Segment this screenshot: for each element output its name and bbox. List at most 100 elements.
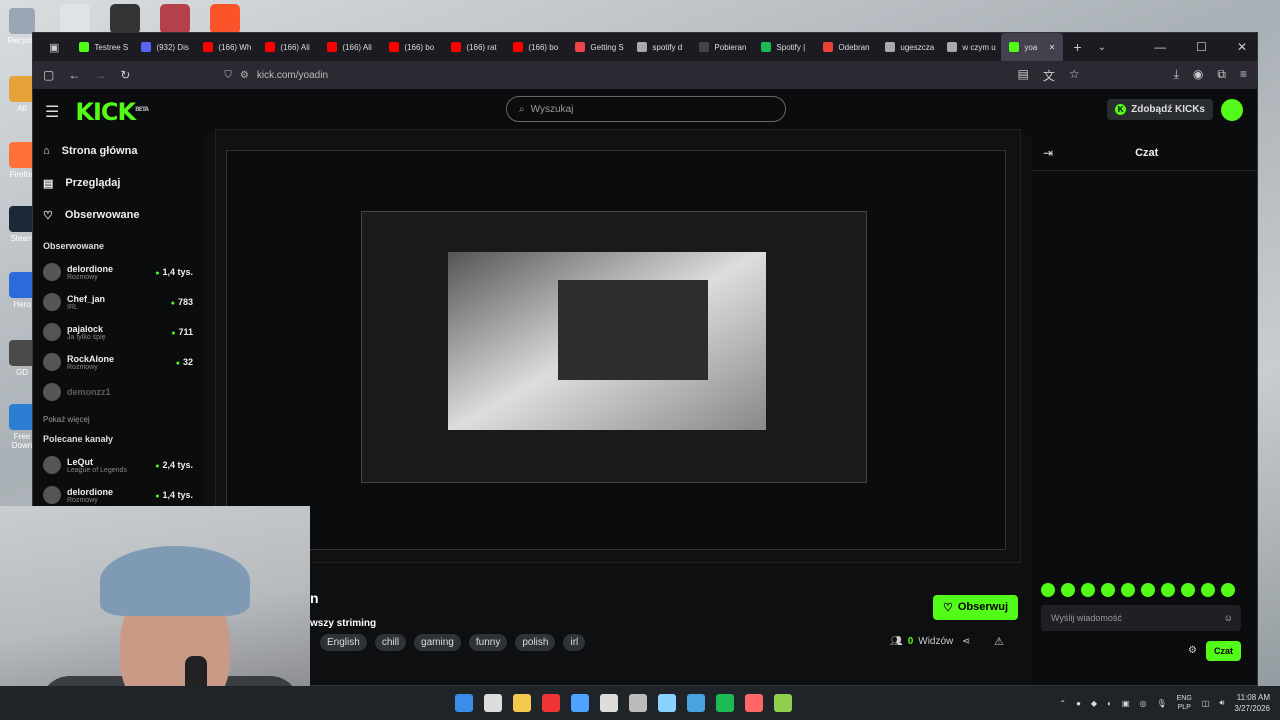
stream-tag[interactable]: polish	[515, 634, 556, 651]
emote-icon[interactable]	[1141, 583, 1155, 597]
emote-icon[interactable]	[1181, 583, 1195, 597]
brave-icon[interactable]	[210, 4, 240, 34]
translate-icon[interactable]: 文	[1043, 67, 1055, 84]
browser-tab[interactable]: yoa ✕	[1001, 33, 1064, 61]
browser-tab[interactable]: (166) bo	[381, 33, 443, 61]
hamburger-menu-icon[interactable]: ☰	[45, 102, 59, 122]
channel-item[interactable]: demonzz1	[43, 377, 193, 407]
browser-tab[interactable]: (166) rat	[443, 33, 505, 61]
browser-tab[interactable]: spotify d	[629, 33, 691, 61]
browser-tab[interactable]: Odebran	[815, 33, 877, 61]
tray-app-icon[interactable]: ◐	[1107, 699, 1112, 708]
taskbar-app-icon[interactable]	[542, 694, 560, 712]
stream-tag[interactable]: funny	[468, 634, 508, 651]
clock[interactable]: 11:08 AM 3/27/2026	[1234, 692, 1270, 714]
tab-dropdown-icon[interactable]: ⌄	[1092, 42, 1112, 53]
taskbar-app-icon[interactable]	[484, 694, 502, 712]
tray-app-icon[interactable]: ▣	[1122, 699, 1130, 708]
taskbar-app-icon[interactable]	[513, 694, 531, 712]
browser-tab[interactable]: (166) Ali	[319, 33, 381, 61]
show-more-link[interactable]: Pokaż więcej	[43, 415, 193, 424]
browser-tab[interactable]: Pobieran	[691, 33, 753, 61]
sidebar-toggle-icon[interactable]: ▢	[43, 68, 54, 82]
app-icon[interactable]	[110, 4, 140, 34]
browser-tab[interactable]: w czym u	[939, 33, 1001, 61]
video-player[interactable]	[215, 129, 1021, 563]
chat-send-button[interactable]: Czat	[1205, 641, 1241, 661]
emote-icon[interactable]	[1161, 583, 1175, 597]
extensions-icon[interactable]: ⧉	[1217, 67, 1226, 84]
volume-icon[interactable]: 🔊︎	[1219, 698, 1224, 708]
browser-tab[interactable]: (166) Ali	[257, 33, 319, 61]
browser-tab[interactable]: (166) Wh	[195, 33, 257, 61]
taskbar-app-icon[interactable]	[745, 694, 763, 712]
taskbar-app-icon[interactable]	[687, 694, 705, 712]
minimize-button[interactable]: —	[1154, 40, 1166, 54]
emote-icon[interactable]	[1061, 583, 1075, 597]
browser-tab[interactable]: Getting S	[567, 33, 629, 61]
share-icon[interactable]: ⋖	[962, 636, 970, 647]
stream-tag[interactable]: gaming	[414, 634, 461, 651]
address-bar[interactable]: ⛉ ⚙ kick.com/yoadin	[224, 70, 328, 81]
sidebar-nav-item[interactable]: ⌂ Strona główna	[43, 135, 193, 167]
channel-item[interactable]: Chef_jan IRL 783	[43, 287, 193, 317]
tab-list-icon[interactable]: ▣	[37, 41, 71, 54]
stream-tag[interactable]: irl	[563, 634, 586, 651]
menu-icon[interactable]: ≡	[1240, 67, 1247, 84]
tray-app-icon[interactable]: ◆	[1091, 699, 1097, 708]
microphone-icon[interactable]: 🎙︎	[1156, 699, 1166, 708]
tray-app-icon[interactable]: ●	[1076, 699, 1081, 708]
close-tab-icon[interactable]: ✕	[1049, 43, 1056, 52]
taskbar-app-icon[interactable]	[571, 694, 589, 712]
taskbar-app-icon[interactable]	[629, 694, 647, 712]
stream-tag[interactable]: chill	[374, 634, 407, 651]
app-icon[interactable]	[60, 4, 90, 34]
report-icon[interactable]: ⚠	[994, 635, 1004, 648]
follow-button[interactable]: ♡ Obserwuj	[933, 595, 1018, 620]
stream-tag[interactable]: English	[320, 634, 367, 651]
sidebar-nav-item[interactable]: ▤ Przeglądaj	[43, 167, 193, 199]
emote-icon[interactable]	[1201, 583, 1215, 597]
account-icon[interactable]: ◉	[1193, 67, 1203, 84]
browser-tab[interactable]: Spotify |	[753, 33, 815, 61]
emoji-icon[interactable]: ☺	[1224, 613, 1233, 623]
browser-tab[interactable]: ugeszcza	[877, 33, 939, 61]
emote-icon[interactable]	[1041, 583, 1055, 597]
channel-item[interactable]: pajalock Ja tylko śpię 711	[43, 317, 193, 347]
new-tab-button[interactable]: +	[1063, 39, 1091, 55]
taskbar-app-icon[interactable]	[455, 694, 473, 712]
collapse-chat-icon[interactable]: ⇥	[1043, 146, 1053, 160]
emote-icon[interactable]	[1101, 583, 1115, 597]
bookmark-star-icon[interactable]: ☆	[1069, 67, 1080, 84]
downloads-icon[interactable]: ⤓	[1174, 67, 1179, 84]
browser-tab[interactable]: (932) Dis	[133, 33, 195, 61]
close-window-button[interactable]: ✕	[1237, 40, 1247, 54]
get-kicks-button[interactable]: K Zdobądź KICKs	[1107, 99, 1213, 120]
sidebar-nav-item[interactable]: ♡ Obserwowane	[43, 199, 193, 231]
tray-chevron-icon[interactable]: ⌃	[1059, 699, 1066, 708]
taskbar-app-icon[interactable]	[658, 694, 676, 712]
taskbar-app-icon[interactable]	[774, 694, 792, 712]
emote-icon[interactable]	[1121, 583, 1135, 597]
channel-item[interactable]: delordione Rozmowy 1,4 tys.	[43, 257, 193, 287]
reader-icon[interactable]: ▤	[1017, 67, 1028, 84]
search-input[interactable]: ⌕ Wyszukaj	[506, 96, 786, 122]
chat-settings-icon[interactable]: ⚙	[1188, 645, 1197, 656]
network-icon[interactable]: ◫	[1202, 699, 1210, 708]
reload-button[interactable]: ↻	[120, 68, 130, 82]
language-indicator[interactable]: ENG PLP	[1177, 694, 1192, 712]
steam-tray-icon[interactable]: ◎	[1139, 699, 1146, 708]
chat-input[interactable]: Wyślij wiadomość ☺	[1041, 605, 1241, 631]
emote-icon[interactable]	[1221, 583, 1235, 597]
user-avatar[interactable]	[1221, 99, 1243, 121]
maximize-button[interactable]: ☐	[1196, 40, 1207, 54]
taskbar-app-icon[interactable]	[716, 694, 734, 712]
app-icon[interactable]	[160, 4, 190, 34]
channel-item[interactable]: LeQut League of Legends 2,4 tys.	[43, 450, 193, 480]
channel-item[interactable]: RockAlone Rozmowy 32	[43, 347, 193, 377]
taskbar-app-icon[interactable]	[600, 694, 618, 712]
browser-tab[interactable]: (166) bo	[505, 33, 567, 61]
browser-tab[interactable]: Testree S	[71, 33, 133, 61]
kick-logo[interactable]: KICKBETA	[75, 98, 149, 126]
emote-icon[interactable]	[1081, 583, 1095, 597]
